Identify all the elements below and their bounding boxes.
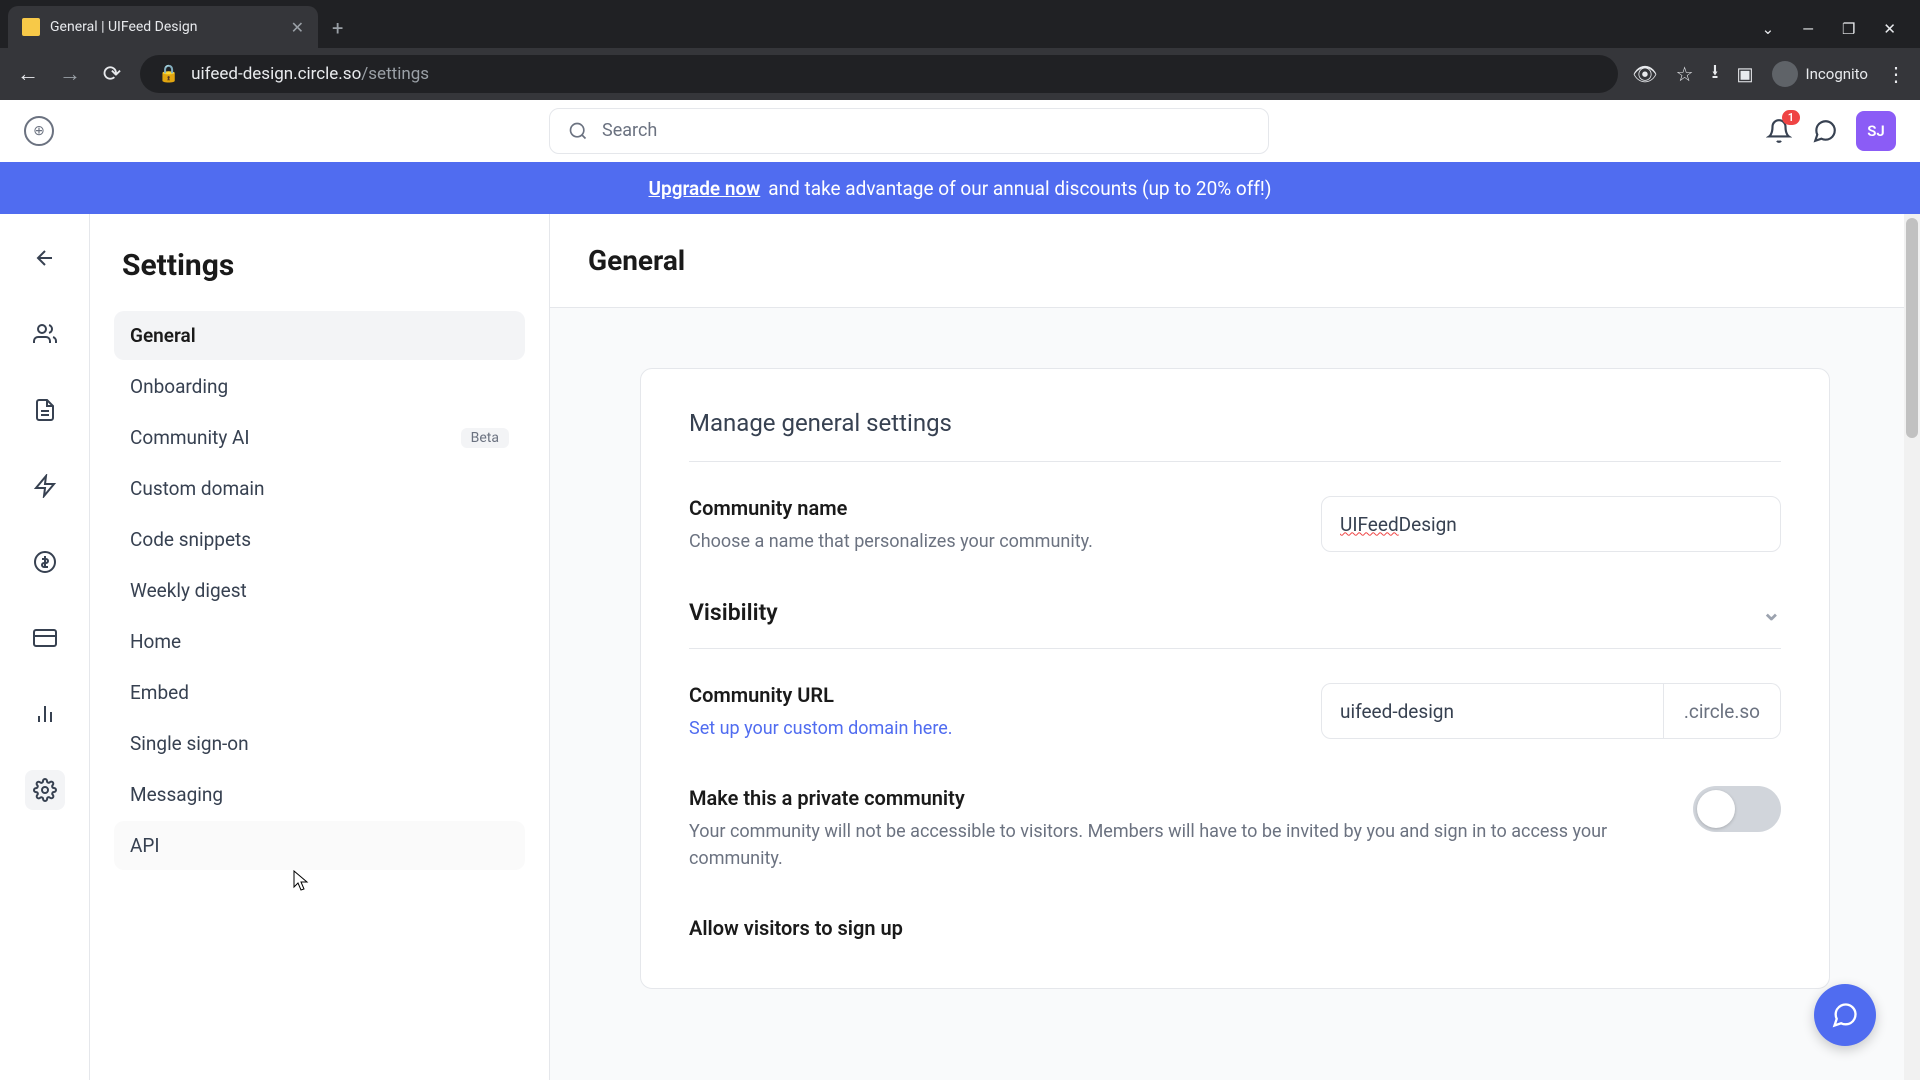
tab-search-icon[interactable]: ⌄ [1762, 20, 1775, 38]
sidebar-item-api[interactable]: API [114, 821, 525, 870]
community-url-label: Community URL [689, 683, 1281, 707]
community-url-field: Community URL Set up your custom domain … [689, 683, 1781, 742]
url-text: uifeed-design.circle.so/settings [191, 64, 429, 84]
sidebar-item-home[interactable]: Home [114, 617, 525, 666]
main-area: Settings General Onboarding Community AI… [0, 214, 1920, 1080]
scrollbar[interactable] [1904, 214, 1920, 1080]
visibility-section[interactable]: Visibility ⌄ [689, 599, 1781, 649]
settings-title: Settings [114, 248, 525, 283]
close-window-icon[interactable]: ✕ [1883, 20, 1896, 38]
sidebar-item-community-ai[interactable]: Community AIBeta [114, 413, 525, 462]
rail-automation-icon[interactable] [25, 466, 65, 506]
rail-billing-icon[interactable] [25, 542, 65, 582]
extensions-icon[interactable]: ▣ [1737, 64, 1754, 85]
card-title: Manage general settings [689, 409, 1781, 462]
banner-text: and take advantage of our annual discoun… [768, 177, 1271, 200]
chat-icon [1812, 118, 1838, 144]
community-name-input[interactable]: UIFeed Design [1321, 496, 1781, 552]
sidebar-item-sso[interactable]: Single sign-on [114, 719, 525, 768]
private-label: Make this a private community [689, 786, 1653, 810]
url-suffix: .circle.so [1664, 683, 1781, 739]
settings-sidebar: Settings General Onboarding Community AI… [90, 214, 550, 1080]
settings-card: Manage general settings Community name C… [640, 368, 1830, 989]
community-name-label: Community name [689, 496, 1281, 520]
notification-badge: 1 [1782, 110, 1800, 125]
app-logo[interactable]: ⊕ [24, 116, 54, 146]
address-bar[interactable]: 🔒 uifeed-design.circle.so/settings [140, 55, 1618, 93]
maximize-icon[interactable]: ❐ [1842, 20, 1855, 38]
tab-favicon [22, 18, 40, 36]
tab-title: General | UIFeed Design [50, 19, 281, 35]
rail-settings-icon[interactable] [25, 770, 65, 810]
tab-close-icon[interactable]: ✕ [291, 18, 304, 37]
rail-members-icon[interactable] [25, 314, 65, 354]
minimize-icon[interactable]: ― [1802, 20, 1814, 38]
sidebar-item-weekly-digest[interactable]: Weekly digest [114, 566, 525, 615]
allow-visitors-label: Allow visitors to sign up [689, 916, 1781, 940]
app-header: ⊕ Search 1 SJ [0, 100, 1920, 162]
custom-domain-link[interactable]: Set up your custom domain here. [689, 715, 1281, 742]
browser-tab[interactable]: General | UIFeed Design ✕ [8, 6, 318, 48]
community-name-field: Community name Choose a name that person… [689, 496, 1781, 555]
help-chat-button[interactable] [1814, 984, 1876, 1046]
sidebar-item-messaging[interactable]: Messaging [114, 770, 525, 819]
rail-analytics-icon[interactable] [25, 694, 65, 734]
private-toggle[interactable] [1693, 786, 1781, 832]
icon-rail [0, 214, 90, 1080]
forward-button[interactable]: → [56, 61, 84, 87]
messages-button[interactable] [1810, 116, 1840, 146]
sidebar-item-embed[interactable]: Embed [114, 668, 525, 717]
beta-badge: Beta [461, 428, 509, 448]
lock-icon: 🔒 [158, 64, 179, 84]
sidebar-item-general[interactable]: General [114, 311, 525, 360]
notifications-button[interactable]: 1 [1764, 116, 1794, 146]
rail-content-icon[interactable] [25, 390, 65, 430]
sidebar-item-onboarding[interactable]: Onboarding [114, 362, 525, 411]
community-name-desc: Choose a name that personalizes your com… [689, 528, 1281, 555]
new-tab-button[interactable]: + [318, 16, 357, 40]
community-url-input[interactable] [1321, 683, 1664, 739]
chat-bubble-icon [1831, 1001, 1859, 1029]
incognito-icon [1772, 61, 1798, 87]
private-desc: Your community will not be accessible to… [689, 818, 1653, 872]
back-button[interactable]: ← [14, 61, 42, 87]
user-avatar[interactable]: SJ [1856, 111, 1896, 151]
content-area: General Manage general settings Communit… [550, 214, 1920, 1080]
upgrade-link[interactable]: Upgrade now [649, 177, 761, 200]
chevron-down-icon: ⌄ [1762, 599, 1781, 626]
window-controls: ⌄ ― ❐ ✕ [1762, 20, 1920, 48]
sidebar-item-custom-domain[interactable]: Custom domain [114, 464, 525, 513]
rail-back-button[interactable] [25, 238, 65, 278]
reload-button[interactable]: ⟳ [98, 62, 126, 87]
allow-visitors-field: Allow visitors to sign up [689, 916, 1781, 948]
sidebar-item-code-snippets[interactable]: Code snippets [114, 515, 525, 564]
browser-menu-icon[interactable]: ⋮ [1886, 62, 1906, 86]
private-community-field: Make this a private community Your commu… [689, 786, 1781, 872]
rail-payments-icon[interactable] [25, 618, 65, 658]
browser-tab-strip: General | UIFeed Design ✕ + ⌄ ― ❐ ✕ [0, 0, 1920, 48]
search-input[interactable]: Search [549, 108, 1269, 154]
eye-off-icon[interactable]: 👁 [1632, 62, 1657, 86]
browser-toolbar: ← → ⟳ 🔒 uifeed-design.circle.so/settings… [0, 48, 1920, 100]
upgrade-banner: Upgrade now and take advantage of our an… [0, 162, 1920, 214]
downloads-icon[interactable]: ⭳ [1712, 57, 1719, 91]
content-header: General [550, 214, 1920, 308]
page-title: General [588, 244, 1882, 277]
bookmark-icon[interactable]: ☆ [1676, 62, 1694, 86]
incognito-badge: Incognito [1772, 61, 1868, 87]
search-icon [568, 121, 588, 141]
